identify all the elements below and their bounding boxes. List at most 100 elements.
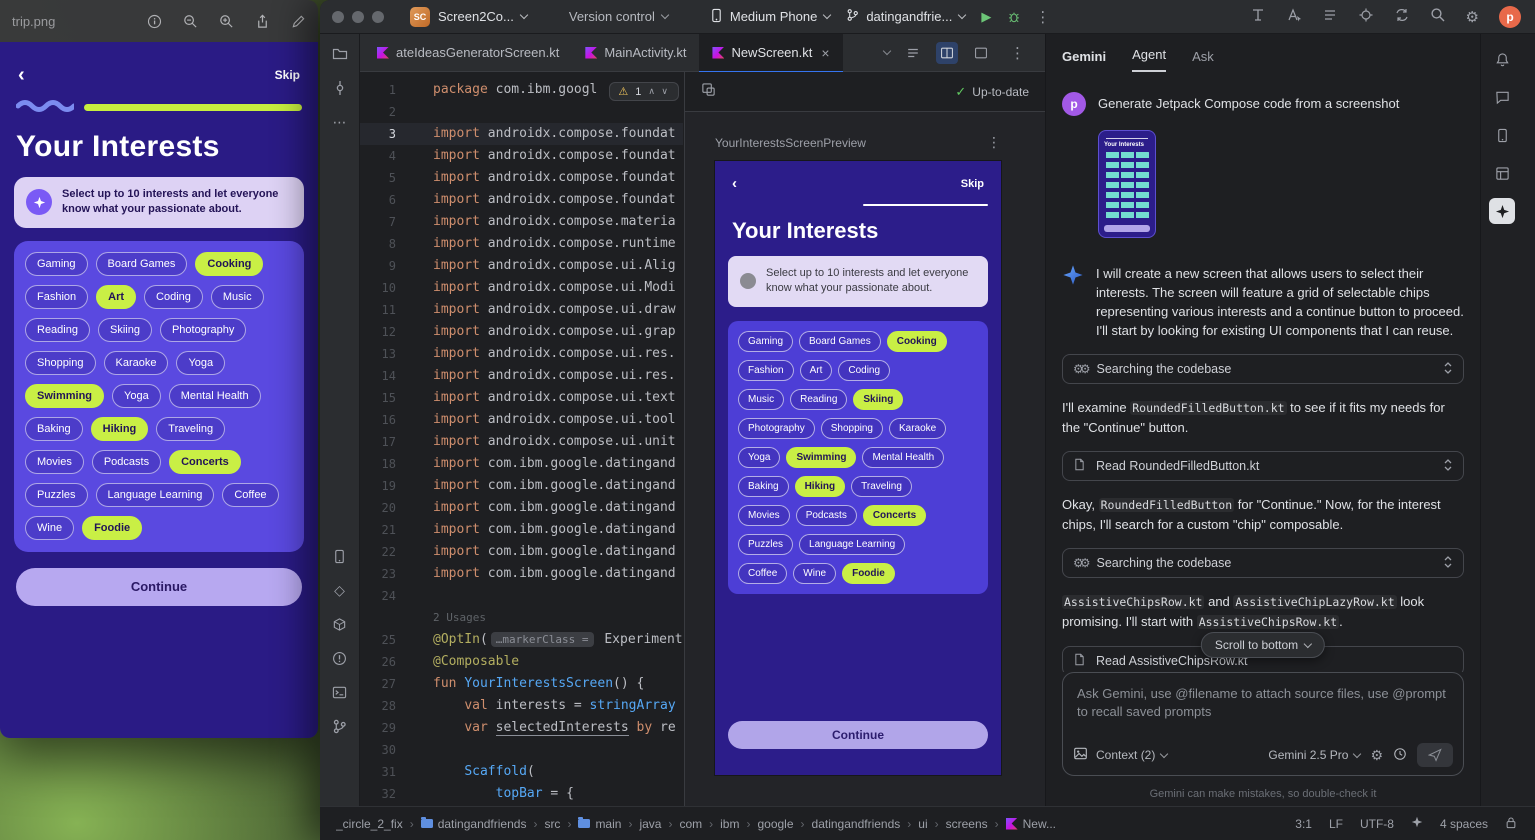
interest-chip[interactable]: Board Games <box>96 252 188 276</box>
maximize-window-icon[interactable] <box>372 11 384 23</box>
interest-chip[interactable]: Concerts <box>863 505 926 526</box>
code-line[interactable]: 17import androidx.compose.ui.unit <box>360 431 683 453</box>
code-line[interactable]: 25@OptIn(…markerClass = Experiment <box>360 629 683 651</box>
code-line[interactable]: 11import androidx.compose.ui.draw <box>360 299 683 321</box>
info-icon[interactable] <box>147 14 162 29</box>
ui-check-icon[interactable] <box>701 82 716 102</box>
code-line[interactable]: 18import com.ibm.google.datingand <box>360 453 683 475</box>
zoom-in-icon[interactable] <box>219 14 234 29</box>
interest-chip[interactable]: Coding <box>144 285 203 309</box>
code-line[interactable]: 10import androidx.compose.ui.Modi <box>360 277 683 299</box>
interest-chip[interactable]: Traveling <box>156 417 225 441</box>
model-selector[interactable]: Gemini 2.5 Pro <box>1268 748 1360 762</box>
attached-screenshot-thumbnail[interactable]: Your Interests <box>1098 130 1156 238</box>
attach-image-icon[interactable] <box>1073 746 1088 764</box>
vcs-widget[interactable]: Version control <box>561 4 676 30</box>
code-line[interactable]: 24 <box>360 585 683 607</box>
search-icon[interactable] <box>1430 7 1446 26</box>
code-line[interactable]: 6import androidx.compose.foundat <box>360 189 683 211</box>
editor-tab-ateideasgeneratorscreen-kt[interactable]: ateIdeasGeneratorScreen.kt <box>364 34 572 72</box>
interest-chip[interactable]: Swimming <box>25 384 104 408</box>
prev-next-problem-icons[interactable]: ∧ ∨ <box>648 86 670 97</box>
chat-thread[interactable]: p Generate Jetpack Compose code from a s… <box>1046 72 1480 672</box>
interest-chip[interactable]: Karaoke <box>104 351 169 375</box>
interest-chip[interactable]: Hiking <box>91 417 149 441</box>
line-ending[interactable]: LF <box>1329 817 1343 831</box>
interest-chip[interactable]: Gaming <box>738 331 793 352</box>
interest-chip[interactable]: Coding <box>838 360 890 381</box>
code-line[interactable]: 32 topBar = { <box>360 783 683 805</box>
git-branch-icon[interactable] <box>326 712 354 740</box>
interest-chip[interactable]: Fashion <box>25 285 88 309</box>
code-line[interactable]: 8import androidx.compose.runtime <box>360 233 683 255</box>
interest-chip[interactable]: Podcasts <box>92 450 161 474</box>
caret-position[interactable]: 3:1 <box>1295 817 1312 831</box>
scroll-to-bottom-button[interactable]: Scroll to bottom <box>1201 632 1325 658</box>
interest-chip[interactable]: Skiing <box>853 389 903 410</box>
interest-chip[interactable]: Music <box>738 389 784 410</box>
code-line[interactable]: 31 Scaffold( <box>360 761 683 783</box>
breadcrumb-item[interactable]: _circle_2_fix <box>336 817 403 831</box>
terminal-icon[interactable] <box>326 678 354 706</box>
more-tool-windows-icon[interactable]: ⋯ <box>326 108 354 136</box>
interest-chip[interactable]: Coffee <box>738 563 787 584</box>
minimize-window-icon[interactable] <box>352 11 364 23</box>
interest-chip[interactable]: Foodie <box>842 563 895 584</box>
code-line[interactable]: 2 Usages <box>360 607 683 629</box>
code-line[interactable]: 20import com.ibm.google.datingand <box>360 497 683 519</box>
interest-chip[interactable]: Gaming <box>25 252 88 276</box>
code-line[interactable]: 2 <box>360 101 683 123</box>
continue-button[interactable]: Continue <box>16 568 302 606</box>
app-quality-insights-icon[interactable]: ◇ <box>326 576 354 604</box>
inspections-widget[interactable]: ⚠ 1 ∧ ∨ <box>609 82 679 101</box>
code-line[interactable]: 30 <box>360 739 683 761</box>
commit-icon[interactable] <box>326 74 354 102</box>
readonly-lock-icon[interactable] <box>1505 816 1517 832</box>
interest-chip[interactable]: Mental Health <box>169 384 261 408</box>
task-list-icon[interactable] <box>1322 7 1338 26</box>
expand-stepper-icon[interactable] <box>1443 555 1453 572</box>
interest-chip[interactable]: Reading <box>25 318 90 342</box>
breadcrumb-item[interactable]: google <box>757 817 793 831</box>
interest-chip[interactable]: Yoga <box>112 384 161 408</box>
running-devices-icon[interactable] <box>326 542 354 570</box>
code-line[interactable]: 29 var selectedInterests by re <box>360 717 683 739</box>
text-cursor-tool-icon[interactable] <box>1286 7 1302 26</box>
interest-chip[interactable]: Cooking <box>195 252 263 276</box>
send-button[interactable] <box>1417 743 1453 767</box>
code-line[interactable]: 23import com.ibm.google.datingand <box>360 563 683 585</box>
interest-chip[interactable]: Baking <box>25 417 83 441</box>
design-view-icon[interactable] <box>970 42 992 64</box>
interest-chip[interactable]: Yoga <box>738 447 780 468</box>
interest-chip[interactable]: Fashion <box>738 360 794 381</box>
close-window-icon[interactable] <box>332 11 344 23</box>
breadcrumb-item[interactable]: src <box>544 817 560 831</box>
markup-pencil-icon[interactable] <box>291 14 306 29</box>
more-actions-icon[interactable]: ⋮ <box>1029 8 1056 26</box>
code-editor[interactable]: 1package com.ibm.googl23import androidx.… <box>360 72 683 806</box>
interest-chip[interactable]: Podcasts <box>796 505 857 526</box>
ai-chat-icon[interactable] <box>1489 84 1515 110</box>
project-selector[interactable]: Screen2Co... <box>430 4 535 30</box>
interest-chip[interactable]: Foodie <box>82 516 142 540</box>
breadcrumb-item[interactable]: ui <box>918 817 927 831</box>
breadcrumb-item[interactable]: com <box>679 817 702 831</box>
device-selector[interactable]: Medium Phone <box>702 4 838 30</box>
breadcrumb-item[interactable]: datingandfriends <box>812 817 901 831</box>
preview-name[interactable]: YourInterestsScreenPreview <box>715 136 866 150</box>
interest-chip[interactable]: Skiing <box>98 318 152 342</box>
device-explorer-icon[interactable] <box>1489 122 1515 148</box>
gemini-settings-icon[interactable]: ⚙ <box>1370 747 1383 764</box>
traffic-lights[interactable] <box>332 11 384 23</box>
profiler-bug-icon[interactable] <box>1358 7 1374 26</box>
interest-chip[interactable]: Swimming <box>786 447 856 468</box>
code-line[interactable]: 12import androidx.compose.ui.grap <box>360 321 683 343</box>
interest-chip[interactable]: Photography <box>160 318 246 342</box>
interest-chip[interactable]: Wine <box>25 516 74 540</box>
breadcrumb-item[interactable]: ibm <box>720 817 739 831</box>
breadcrumb-item[interactable]: main <box>578 817 621 831</box>
code-line[interactable]: 22import com.ibm.google.datingand <box>360 541 683 563</box>
file-encoding[interactable]: UTF-8 <box>1360 817 1394 831</box>
run-config-selector[interactable]: datingandfrie... <box>838 4 973 30</box>
gemini-toolwindow-icon[interactable] <box>1489 198 1515 224</box>
